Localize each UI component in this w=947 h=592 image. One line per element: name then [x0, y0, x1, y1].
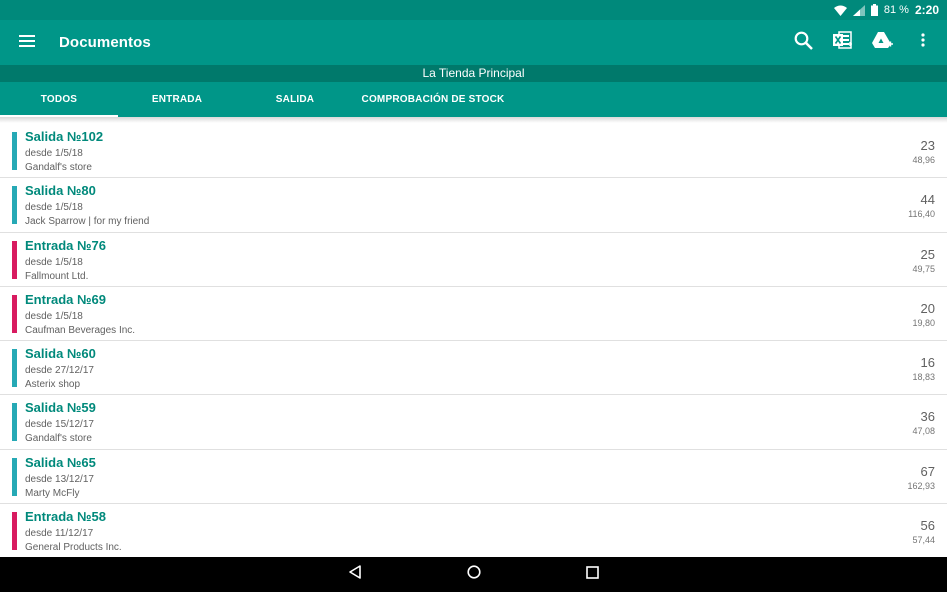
document-amount: 116,40 [908, 209, 935, 220]
document-title: Salida №102 [25, 129, 104, 144]
document-date: desde 27/12/17 [25, 365, 94, 377]
document-title: Entrada №69 [25, 291, 106, 307]
document-type-indicator [12, 403, 17, 442]
document-quantity: 67 [920, 463, 935, 479]
document-row[interactable]: Salida №65 desde 13/12/17 Marty McFly 67… [0, 450, 947, 505]
status-bar: 81 % 2:20 [0, 0, 947, 20]
document-date: desde 1/5/18 [25, 148, 83, 159]
recents-square-icon [586, 565, 599, 584]
store-selector[interactable]: La Tienda Principal [0, 65, 947, 82]
search-button[interactable] [783, 20, 823, 65]
more-options-button[interactable] [903, 20, 943, 65]
tab-shadow [0, 117, 947, 123]
document-amount: 19,80 [912, 317, 935, 328]
document-title: Salida №80 [25, 183, 96, 199]
document-row[interactable]: Entrada №69 desde 1/5/18 Caufman Beverag… [0, 287, 947, 342]
document-amount: 18,83 [912, 372, 935, 383]
tab-salida[interactable]: SALIDA [236, 82, 354, 117]
document-amount: 49,75 [912, 263, 935, 274]
document-quantity: 23 [920, 138, 935, 153]
document-quantity: 16 [920, 355, 935, 371]
tab-bar: TODOS ENTRADA SALIDA COMPROBACIÓN DE STO… [0, 82, 947, 117]
document-date: desde 11/12/17 [25, 528, 94, 540]
excel-export-icon [833, 31, 853, 54]
document-type-indicator [12, 294, 17, 333]
document-party: Marty McFly [25, 487, 80, 499]
document-quantity: 25 [920, 246, 935, 262]
battery-icon [870, 4, 878, 16]
search-icon [794, 31, 813, 55]
excel-export-button[interactable] [823, 20, 863, 65]
document-amount: 162,93 [907, 480, 935, 491]
tab-todos[interactable]: TODOS [0, 82, 118, 117]
document-party: Gandalf's store [25, 433, 92, 445]
document-amount: 57,44 [912, 535, 935, 546]
more-vert-icon [921, 33, 925, 52]
document-type-indicator [12, 240, 17, 279]
document-title: Entrada №76 [25, 237, 106, 253]
document-title: Salida №59 [25, 400, 96, 416]
drive-add-icon [872, 31, 894, 54]
document-date: desde 13/12/17 [25, 473, 94, 485]
clock: 2:20 [914, 3, 939, 17]
page-title: Documentos [59, 34, 151, 51]
menu-button[interactable] [0, 20, 54, 65]
document-party: Asterix shop [25, 379, 81, 391]
app-bar: Documentos [0, 20, 947, 65]
document-party: General Products Inc. [25, 542, 122, 554]
document-row[interactable]: Salida №59 desde 15/12/17 Gandalf's stor… [0, 395, 947, 450]
document-party: Gandalf's store [25, 162, 92, 173]
system-nav-bar [0, 557, 947, 592]
document-party: Caufman Beverages Inc. [25, 324, 136, 336]
document-type-indicator [12, 132, 17, 170]
menu-icon [19, 34, 35, 52]
tab-entrada[interactable]: ENTRADA [118, 82, 236, 117]
home-button[interactable] [462, 563, 486, 587]
battery-level: 81 % [883, 4, 909, 16]
document-list: Salida №102 desde 1/5/18 Gandalf's store… [0, 124, 947, 557]
wifi-icon [833, 5, 847, 16]
document-amount: 47,08 [912, 426, 935, 437]
document-title: Salida №65 [25, 454, 96, 470]
signal-icon [852, 4, 865, 16]
document-date: desde 1/5/18 [25, 310, 83, 322]
home-circle-icon [466, 565, 481, 584]
document-amount: 48,96 [912, 155, 935, 165]
tab-comprobacion-de-stock[interactable]: COMPROBACIÓN DE STOCK [354, 82, 512, 117]
document-row[interactable]: Salida №102 desde 1/5/18 Gandalf's store… [0, 124, 947, 179]
document-quantity: 56 [920, 518, 935, 534]
document-type-indicator [12, 349, 17, 388]
document-row[interactable]: Entrada №58 desde 11/12/17 General Produ… [0, 504, 947, 557]
back-button[interactable] [343, 563, 367, 587]
back-triangle-icon [348, 565, 362, 584]
document-party: Jack Sparrow | for my friend [25, 216, 150, 228]
document-quantity: 20 [920, 300, 935, 316]
document-date: desde 1/5/18 [25, 202, 83, 214]
document-quantity: 36 [920, 409, 935, 425]
document-title: Salida №60 [25, 346, 96, 362]
document-type-indicator [12, 512, 17, 551]
document-type-indicator [12, 457, 17, 496]
document-row[interactable]: Salida №60 desde 27/12/17 Asterix shop 1… [0, 341, 947, 396]
document-date: desde 15/12/17 [25, 419, 94, 431]
document-type-indicator [12, 186, 17, 225]
recents-button[interactable] [581, 563, 605, 587]
document-row[interactable]: Entrada №76 desde 1/5/18 Fallmount Ltd. … [0, 233, 947, 287]
document-date: desde 1/5/18 [25, 256, 83, 268]
drive-add-button[interactable] [863, 20, 903, 65]
document-title: Entrada №58 [25, 509, 106, 525]
document-party: Fallmount Ltd. [25, 270, 89, 282]
document-row[interactable]: Salida №80 desde 1/5/18 Jack Sparrow | f… [0, 178, 947, 233]
document-quantity: 44 [920, 192, 935, 208]
